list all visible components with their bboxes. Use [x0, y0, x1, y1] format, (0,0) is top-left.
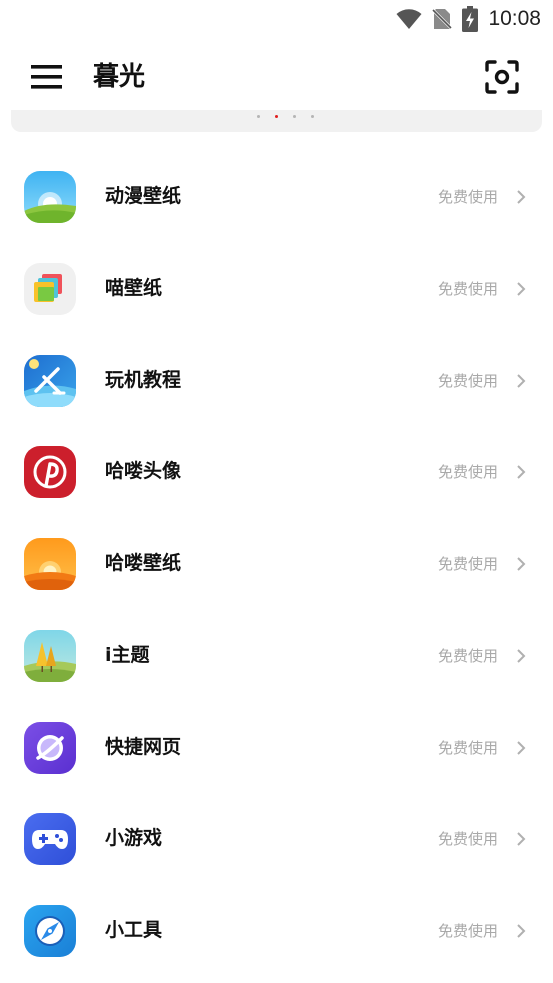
- carousel-dot: [293, 115, 296, 118]
- list-item-label: 哈喽壁纸: [105, 552, 182, 574]
- carousel-dot: [311, 115, 314, 118]
- list-item-label: 哈喽头像: [105, 460, 182, 483]
- list-item-label: 小游戏: [105, 827, 163, 850]
- status-time: 10:08: [488, 7, 541, 30]
- list-item-mini-games[interactable]: 小游戏 免费使用: [0, 793, 553, 885]
- chevron-right-icon: [517, 832, 526, 846]
- menu-button[interactable]: [28, 60, 68, 94]
- chevron-right-icon: [517, 740, 526, 755]
- list-item-label: 小工具: [105, 919, 163, 941]
- sunset-icon: [24, 538, 76, 590]
- page-title: 暮光: [93, 62, 146, 92]
- app-bar: 暮光: [0, 38, 553, 116]
- stacked-cards-icon: [24, 262, 76, 315]
- carousel-dot-active: [275, 115, 278, 118]
- pinterest-icon: [24, 446, 76, 499]
- feature-list: 动漫壁纸 免费使用 喵壁纸 免费使用 玩机教程 免费使用 哈喽头像 免费使用 哈…: [0, 151, 553, 977]
- free-use-label: 免费使用: [437, 646, 498, 665]
- status-bar: 10:08: [0, 0, 553, 38]
- list-item-label: 动漫壁纸: [105, 185, 182, 207]
- list-item-phone-tutorial[interactable]: 玩机教程 免费使用: [0, 335, 553, 427]
- carousel-dot: [257, 115, 260, 118]
- chevron-right-icon: [517, 649, 526, 663]
- banner-carousel[interactable]: [11, 110, 542, 132]
- chevron-right-icon: [517, 190, 526, 204]
- free-use-label: 免费使用: [437, 555, 498, 573]
- free-use-label: 免费使用: [437, 738, 498, 757]
- free-use-label: 免费使用: [437, 922, 498, 940]
- gamepad-icon: [24, 813, 76, 866]
- wifi-icon: [396, 9, 422, 29]
- list-item-hello-wallpaper[interactable]: 哈喽壁纸 免费使用: [0, 518, 553, 610]
- list-item-hello-avatar[interactable]: 哈喽头像 免费使用: [0, 426, 553, 518]
- chevron-right-icon: [517, 465, 526, 479]
- trees-landscape-icon: [24, 629, 76, 682]
- list-item-cat-wallpaper[interactable]: 喵壁纸 免费使用: [0, 243, 553, 335]
- free-use-label: 免费使用: [437, 463, 498, 482]
- list-item-mini-tools[interactable]: 小工具 免费使用: [0, 885, 553, 977]
- satellite-icon: [24, 354, 76, 407]
- chevron-right-icon: [517, 373, 526, 388]
- list-item-label: 玩机教程: [105, 368, 182, 391]
- list-item-quick-web[interactable]: 快捷网页 免费使用: [0, 702, 553, 794]
- list-item-label: 喵壁纸: [105, 276, 163, 299]
- scan-icon: [485, 60, 519, 94]
- planet-icon: [24, 721, 76, 774]
- free-use-label: 免费使用: [437, 830, 498, 849]
- free-use-label: 免费使用: [437, 279, 498, 298]
- battery-charging-icon: [462, 6, 479, 32]
- chevron-right-icon: [517, 924, 526, 938]
- carousel-indicator: [257, 115, 314, 118]
- chevron-right-icon: [517, 557, 526, 571]
- no-sim-icon: [432, 8, 453, 30]
- landscape-sky-icon: [24, 171, 76, 223]
- status-icons: 10:08: [396, 6, 541, 32]
- free-use-label: 免费使用: [437, 188, 498, 206]
- list-item-i-theme[interactable]: i主题 免费使用: [0, 610, 553, 702]
- chevron-right-icon: [517, 282, 526, 296]
- list-item-label: i主题: [105, 643, 150, 666]
- compass-icon: [24, 905, 76, 957]
- list-item-anime-wallpaper[interactable]: 动漫壁纸 免费使用: [0, 151, 553, 243]
- scan-button[interactable]: [481, 56, 523, 98]
- menu-icon: [31, 65, 62, 89]
- list-item-label: 快捷网页: [105, 735, 182, 758]
- free-use-label: 免费使用: [437, 371, 498, 390]
